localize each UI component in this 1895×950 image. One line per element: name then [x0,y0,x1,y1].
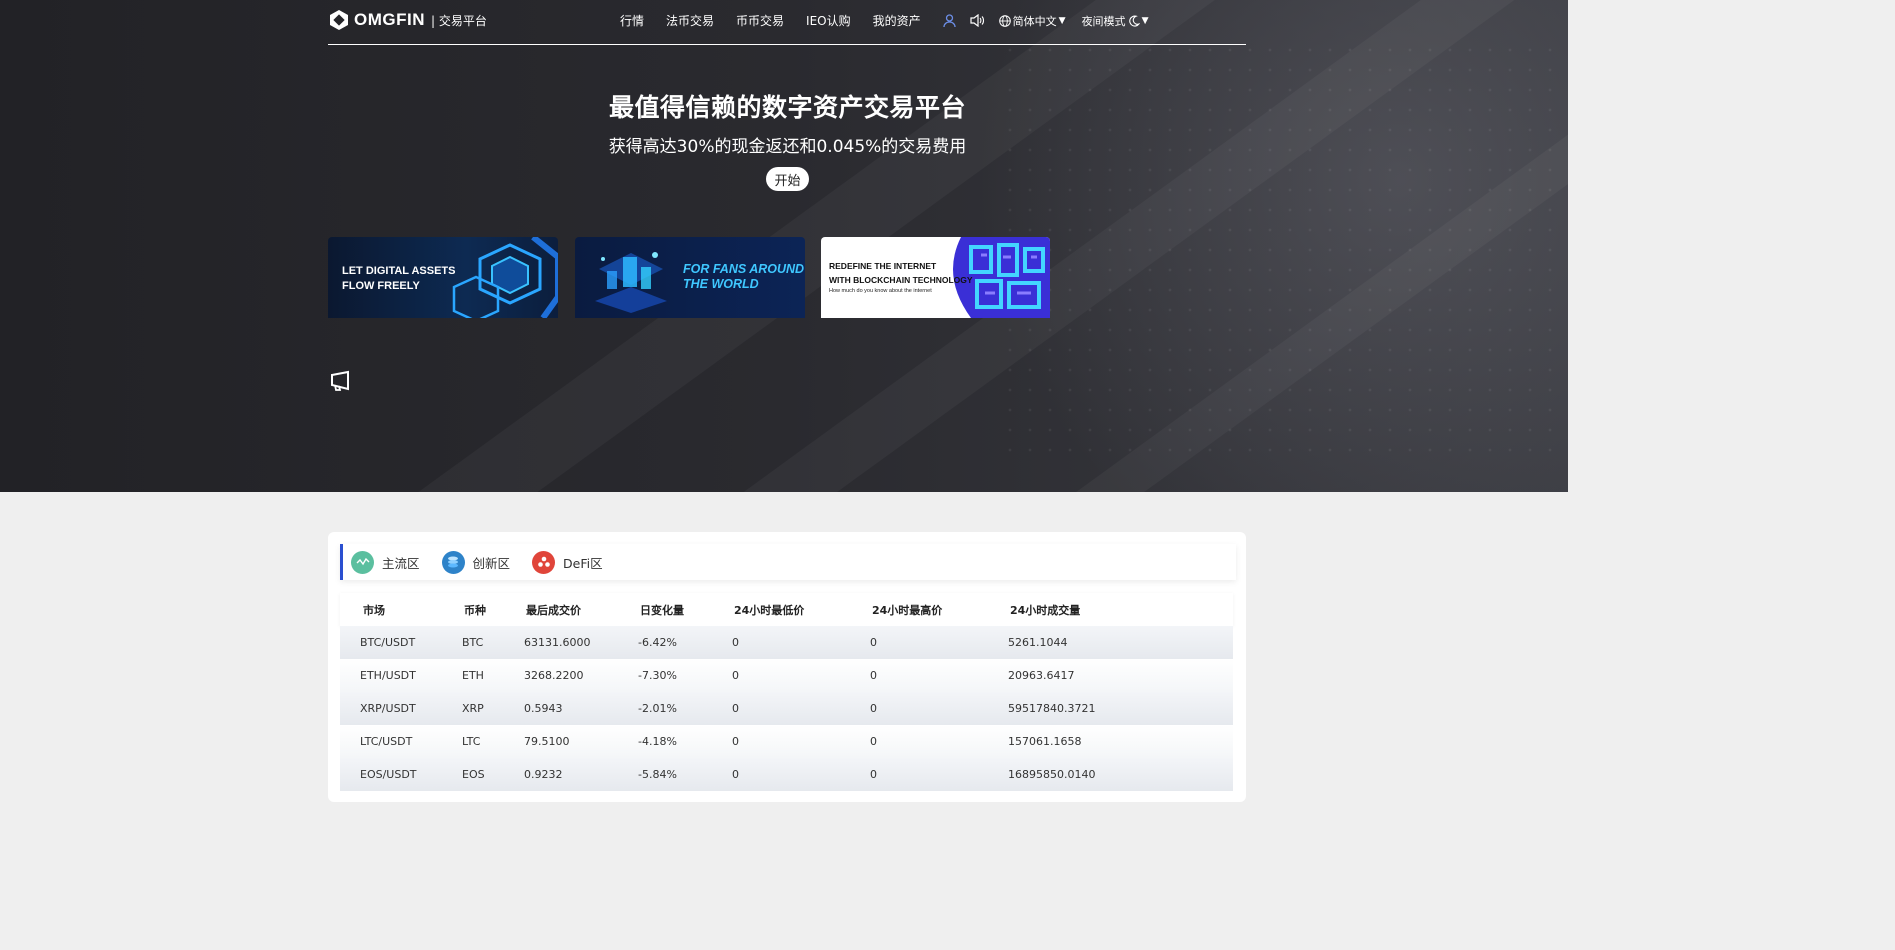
table-row[interactable]: ETH/USDT ETH 3268.2200 -7.30% 0 0 20963.… [340,659,1233,692]
table-header: 市场 币种 最后成交价 日变化量 24小时最低价 24小时最高价 24小时成交量 [340,593,1233,626]
start-button[interactable]: 开始 [766,167,809,191]
language-label: 简体中文 [1012,14,1057,28]
cell-market: ETH/USDT [360,669,416,682]
column-header[interactable]: 24小时最高价 [872,602,1010,618]
column-header[interactable]: 最后成交价 [526,602,640,618]
cell-low: 0 [732,702,739,715]
tab-defi[interactable]: DeFi区 [532,550,603,574]
logo-text: OMGFIN [354,10,425,29]
nav-link-assets[interactable]: 我的资产 [873,12,921,29]
globe-icon [998,14,1011,27]
banner-digital-assets[interactable]: LET DIGITAL ASSETS FLOW FREELY [328,237,558,318]
column-header[interactable]: 日变化量 [640,602,734,618]
cell-change: -6.42% [638,636,677,649]
banner-text: LET DIGITAL ASSETS FLOW FREELY [342,265,456,292]
banner-fans[interactable]: FOR FANS AROUND THE WORLD [575,237,805,318]
cell-market: XRP/USDT [360,702,416,715]
market-panel: 主流区 创新区 DeFi区 市场 币种 最后成交价 日变化量 24小时最低价 2… [328,532,1246,802]
night-mode-selector[interactable]: 夜间模式 ▼ [1082,13,1149,29]
column-header[interactable]: 币种 [464,602,526,618]
top-nav: OMGFIN | 交易平台 行情 法币交易 币币交易 IEO认购 我的资产 简体… [328,0,1246,45]
banner-subtext: How much do you know about the internet [829,288,932,294]
market-table: 市场 币种 最后成交价 日变化量 24小时最低价 24小时最高价 24小时成交量… [340,593,1233,791]
cell-volume: 157061.1658 [1008,735,1082,748]
nav-link-fiat[interactable]: 法币交易 [666,12,714,29]
cell-high: 0 [870,636,877,649]
nav-link-market[interactable]: 行情 [620,12,644,29]
language-selector[interactable]: 简体中文 ▼ [998,13,1066,29]
nav-link-ieo[interactable]: IEO认购 [806,12,851,29]
table-row[interactable]: LTC/USDT LTC 79.5100 -4.18% 0 0 157061.1… [340,725,1233,758]
chevron-down-icon: ▼ [1141,15,1149,26]
cell-market: LTC/USDT [360,735,413,748]
banner-text: REDEFINE THE INTERNET WITH BLOCKCHAIN TE… [829,261,973,285]
cell-low: 0 [732,735,739,748]
wave-icon [351,550,374,574]
hero-title: 最值得信赖的数字资产交易平台 [608,93,966,122]
cell-market: BTC/USDT [360,636,416,649]
megaphone-icon[interactable] [330,370,352,396]
night-mode-label: 夜间模式 [1081,14,1126,28]
cell-volume: 16895850.0140 [1008,768,1096,781]
hexagon-graphic-icon [452,237,558,318]
user-icon[interactable] [942,13,956,28]
moon-icon [1128,15,1140,27]
defi-icon [532,550,556,574]
cell-last-price: 0.9232 [524,768,563,781]
table-row[interactable]: EOS/USDT EOS 0.9232 -5.84% 0 0 16895850.… [340,758,1233,791]
cell-high: 0 [870,669,877,682]
cell-low: 0 [732,669,739,682]
banner-text: FOR FANS AROUND THE WORLD [683,262,805,291]
table-row[interactable]: XRP/USDT XRP 0.5943 -2.01% 0 0 59517840.… [340,692,1233,725]
column-header[interactable]: 24小时成交量 [1010,602,1160,618]
tab-label: DeFi区 [563,555,603,571]
coin-stack-icon [441,550,465,574]
cell-last-price: 0.5943 [524,702,563,715]
table-body: BTC/USDT BTC 63131.6000 -6.42% 0 0 5261.… [340,626,1233,791]
isometric-city-icon [595,252,667,313]
chevron-down-icon: ▼ [1058,15,1066,26]
logo[interactable]: OMGFIN | 交易平台 [328,9,487,31]
cell-change: -2.01% [638,702,677,715]
hero-section: OMGFIN | 交易平台 行情 法币交易 币币交易 IEO认购 我的资产 简体… [0,0,1568,492]
cell-high: 0 [870,702,877,715]
tab-innovation[interactable]: 创新区 [441,550,511,574]
cell-last-price: 79.5100 [524,735,570,748]
cell-change: -7.30% [638,669,677,682]
cell-volume: 20963.6417 [1008,669,1075,682]
column-header[interactable]: 24小时最低价 [734,602,872,618]
omgfin-logo-icon [330,10,348,30]
market-tabs: 主流区 创新区 DeFi区 [340,544,1236,580]
logo-subtitle: | 交易平台 [431,13,487,28]
tab-mainstream[interactable]: 主流区 [351,550,420,574]
hero-subtitle: 获得高达30%的现金返还和0.045%的交易费用 [608,137,967,157]
banner-internet[interactable]: REDEFINE THE INTERNET WITH BLOCKCHAIN TE… [821,237,1050,318]
cell-change: -4.18% [638,735,677,748]
tab-label: 主流区 [382,555,420,571]
nav-link-exchange[interactable]: 币币交易 [736,12,784,29]
cell-last-price: 63131.6000 [524,636,591,649]
cell-volume: 5261.1044 [1008,636,1068,649]
cell-high: 0 [870,735,877,748]
cell-market: EOS/USDT [360,768,417,781]
cell-change: -5.84% [638,768,677,781]
cell-volume: 59517840.3721 [1008,702,1096,715]
cell-low: 0 [732,636,739,649]
table-row[interactable]: BTC/USDT BTC 63131.6000 -6.42% 0 0 5261.… [340,626,1233,659]
cell-high: 0 [870,768,877,781]
cell-low: 0 [732,768,739,781]
speaker-icon[interactable] [970,14,985,27]
tab-label: 创新区 [472,555,511,571]
cell-last-price: 3268.2200 [524,669,584,682]
